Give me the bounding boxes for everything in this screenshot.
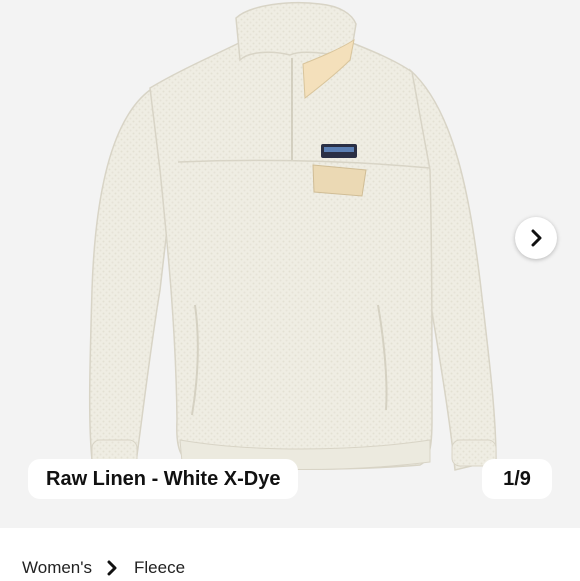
breadcrumb-item-womens[interactable]: Women's — [22, 558, 92, 578]
next-image-button[interactable] — [515, 217, 557, 259]
product-image-gallery[interactable]: Raw Linen - White X-Dye 1/9 — [0, 0, 580, 528]
image-counter: 1/9 — [482, 459, 552, 499]
product-photo — [88, 1, 497, 471]
breadcrumb: Women's Fleece — [22, 555, 185, 581]
breadcrumb-item-fleece[interactable]: Fleece — [134, 558, 185, 578]
chevron-right-icon — [531, 229, 542, 247]
color-name-label: Raw Linen - White X-Dye — [28, 459, 299, 499]
chevron-right-icon — [106, 560, 118, 576]
